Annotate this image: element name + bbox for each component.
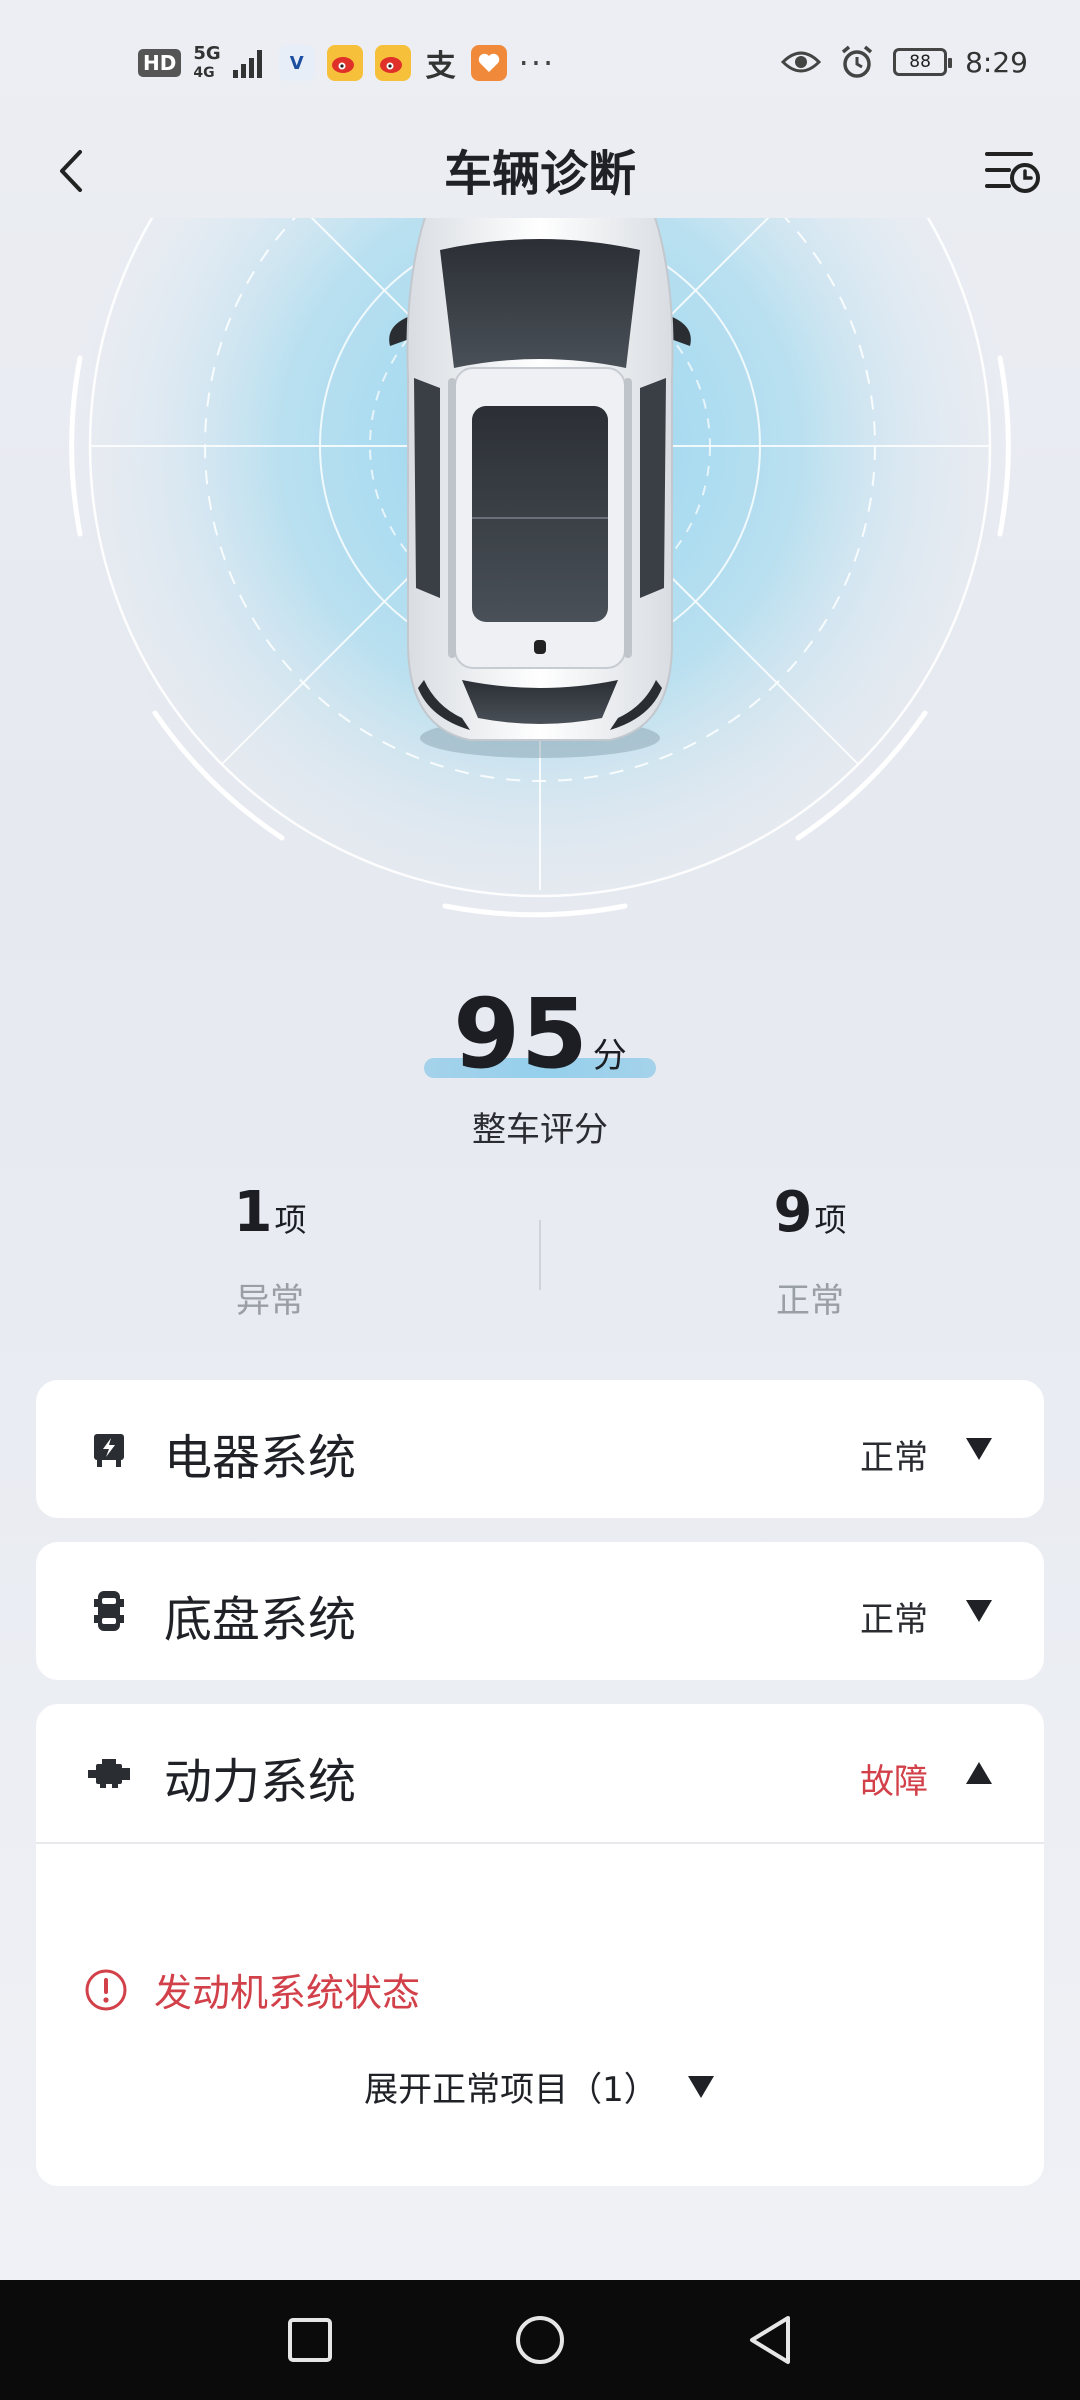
triangle-back-icon bbox=[750, 2316, 790, 2364]
warning-circle-icon bbox=[85, 1969, 127, 2010]
system-status: 正常 bbox=[860, 1438, 928, 1478]
triangle-up-icon bbox=[966, 1762, 992, 1784]
abnormal-count-unit: 项 bbox=[274, 1201, 307, 1239]
triangle-down-icon bbox=[966, 1438, 992, 1460]
system-status: 故障 bbox=[860, 1762, 928, 1802]
electrical-icon bbox=[84, 1424, 134, 1474]
system-status: 正常 bbox=[860, 1600, 928, 1640]
normal-count-unit: 项 bbox=[814, 1201, 847, 1239]
more-notifications-icon: ··· bbox=[518, 44, 556, 82]
expand-toggle[interactable] bbox=[962, 1434, 996, 1464]
health-app-icon bbox=[470, 45, 507, 81]
system-card-electrical: 电器系统 正常 bbox=[36, 1380, 1044, 1518]
weibo-icon bbox=[374, 45, 411, 81]
diagnosis-summary: 1项 异常 9项 正常 bbox=[0, 1180, 1080, 1330]
header: 车辆诊断 bbox=[0, 120, 1080, 220]
square-icon bbox=[288, 2318, 332, 2362]
expand-normal-items-button[interactable]: 展开正常项目（1） bbox=[364, 2062, 716, 2111]
clock: 8:29 bbox=[965, 45, 1028, 79]
expand-toggle[interactable] bbox=[962, 1596, 996, 1626]
system-name: 底盘系统 bbox=[164, 1592, 357, 1648]
system-navigation-bar bbox=[0, 2280, 1080, 2400]
network-indicator: 5G 4G bbox=[193, 42, 221, 81]
eye-icon bbox=[781, 51, 822, 73]
status-bar: HD 5G 4G V 支 ··· 88 8:29 bbox=[0, 0, 1080, 130]
card-divider bbox=[36, 1842, 1044, 1844]
system-card-power: 动力系统 故障 发动机系统状态 展开正常项目（1） bbox=[36, 1704, 1044, 2186]
changan-app-icon: V bbox=[278, 45, 315, 81]
alarm-icon bbox=[841, 45, 873, 78]
abnormal-count-value: 1 bbox=[233, 1180, 273, 1245]
normal-label: 正常 bbox=[776, 1281, 844, 1321]
system-card-chassis: 底盘系统 正常 bbox=[36, 1542, 1044, 1680]
vehicle-radar-visual bbox=[0, 0, 1080, 938]
fault-item-label: 发动机系统状态 bbox=[154, 1971, 421, 2015]
history-button[interactable] bbox=[976, 134, 1050, 208]
system-row-electrical[interactable]: 电器系统 正常 bbox=[36, 1380, 1044, 1518]
circle-icon bbox=[516, 2316, 564, 2364]
history-list-icon bbox=[985, 152, 1040, 193]
chassis-icon bbox=[84, 1586, 134, 1636]
system-row-power[interactable]: 动力系统 故障 bbox=[36, 1704, 1044, 1842]
abnormal-count: 1项 异常 bbox=[0, 1180, 540, 1322]
triangle-down-icon bbox=[966, 1600, 992, 1622]
normal-count-value: 9 bbox=[773, 1180, 813, 1245]
signal-icon bbox=[232, 50, 262, 78]
recents-button[interactable] bbox=[280, 2310, 340, 2370]
expand-normal-items: 展开正常项目（1） bbox=[36, 2062, 1044, 2111]
back-nav-button[interactable] bbox=[740, 2310, 800, 2370]
car-top-view bbox=[389, 207, 691, 758]
page-title: 车辆诊断 bbox=[443, 146, 636, 202]
expand-normal-items-label: 展开正常项目（1） bbox=[364, 2070, 658, 2110]
hd-indicator: HD bbox=[138, 49, 182, 77]
alipay-icon: 支 bbox=[425, 49, 456, 84]
triangle-down-icon bbox=[687, 2075, 714, 2098]
normal-count: 9项 正常 bbox=[540, 1180, 1080, 1322]
score-label: 整车评分 bbox=[472, 1110, 608, 1150]
collapse-toggle[interactable] bbox=[962, 1758, 996, 1788]
home-button[interactable] bbox=[510, 2310, 570, 2370]
overall-score: 95 分 bbox=[0, 986, 1080, 1082]
fault-item-engine[interactable]: 发动机系统状态 bbox=[84, 1962, 420, 2017]
weibo-icon bbox=[326, 45, 363, 81]
score-unit: 分 bbox=[592, 1036, 627, 1076]
system-name: 动力系统 bbox=[164, 1754, 357, 1810]
system-row-chassis[interactable]: 底盘系统 正常 bbox=[36, 1542, 1044, 1680]
battery-indicator: 88 bbox=[893, 48, 953, 76]
score-value: 95 bbox=[453, 978, 589, 1090]
abnormal-label: 异常 bbox=[236, 1281, 304, 1321]
engine-icon bbox=[84, 1748, 134, 1798]
system-name: 电器系统 bbox=[164, 1430, 357, 1486]
